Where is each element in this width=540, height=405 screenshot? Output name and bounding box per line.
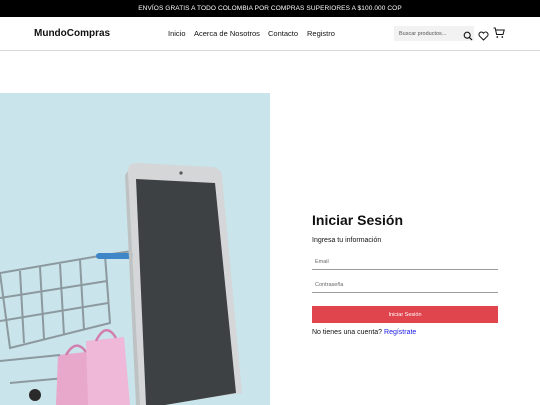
login-subtitle: Ingresa tu información	[312, 237, 382, 244]
no-account-text: No tienes una cuenta?	[312, 329, 383, 336]
announcement-text: ENVÍOS GRATIS A TODO COLOMBIA POR COMPRA…	[138, 5, 402, 12]
hero-image	[0, 93, 270, 405]
login-button[interactable]: Iniciar Sesión	[312, 306, 498, 323]
site-header: MundoCompras Inicio Acerca de Nosotros C…	[0, 17, 540, 51]
email-field[interactable]	[312, 254, 498, 270]
nav-link-inicio[interactable]: Inicio	[168, 29, 186, 38]
site-logo[interactable]: MundoCompras	[34, 28, 110, 39]
login-form: Iniciar Sesión Ingresa tu información In…	[312, 212, 498, 336]
nav-link-registro[interactable]: Registro	[307, 29, 335, 38]
register-prompt: No tienes una cuenta? Regístrate	[312, 329, 416, 336]
search-icon[interactable]	[463, 28, 473, 46]
nav-link-contacto[interactable]: Contacto	[268, 29, 298, 38]
nav-link-acerca[interactable]: Acerca de Nosotros	[194, 29, 260, 38]
register-link[interactable]: Regístrate	[384, 329, 416, 336]
search-input[interactable]	[394, 26, 474, 41]
cart-icon[interactable]	[493, 26, 505, 44]
password-field[interactable]	[312, 277, 498, 293]
login-title: Iniciar Sesión	[312, 212, 404, 228]
heart-icon[interactable]	[478, 28, 489, 46]
announcement-bar: ENVÍOS GRATIS A TODO COLOMBIA POR COMPRA…	[0, 0, 540, 17]
